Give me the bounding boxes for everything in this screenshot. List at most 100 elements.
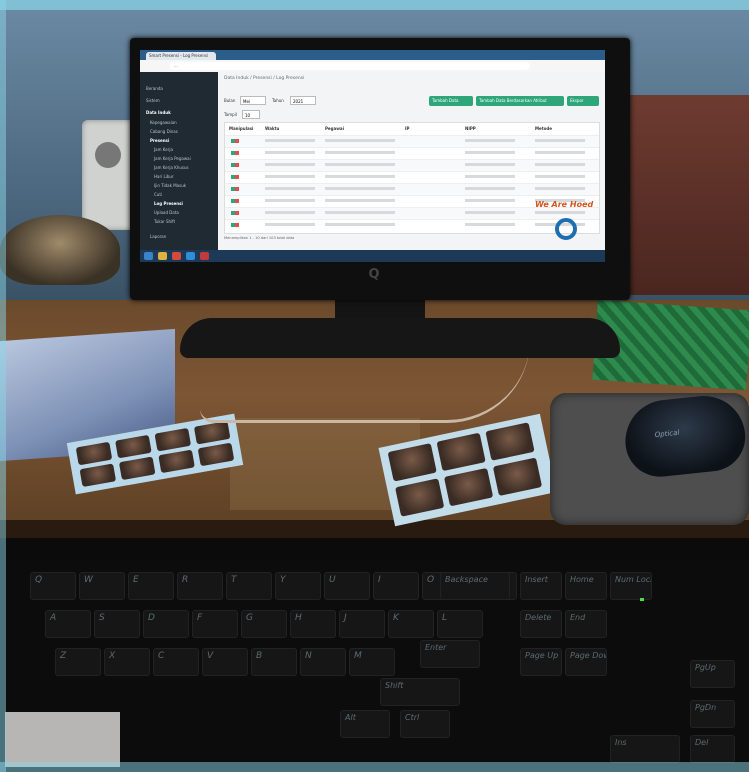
show-entries-select[interactable]: 10: [242, 110, 260, 119]
sidebar-item-kepegawaian[interactable]: Kepegawaian: [150, 120, 177, 125]
url-input[interactable]: ...: [170, 62, 530, 70]
sidebar-item-upload-data[interactable]: Upload Data: [154, 210, 179, 215]
chrome-icon[interactable]: [172, 252, 181, 260]
sidebar-item-log-presensi[interactable]: Log Presensi: [154, 201, 183, 206]
key-j[interactable]: J: [339, 610, 385, 638]
key-m[interactable]: M: [349, 648, 395, 676]
key-end[interactable]: End: [565, 610, 607, 638]
file-explorer-icon[interactable]: [158, 252, 167, 260]
row-actions-icon[interactable]: [231, 223, 239, 227]
row-actions-icon[interactable]: [231, 187, 239, 191]
table-row[interactable]: [225, 135, 599, 147]
key-pgup[interactable]: PgUp: [690, 660, 735, 688]
key-u[interactable]: U: [324, 572, 370, 600]
show-label: Tampil: [224, 112, 237, 117]
key-l[interactable]: L: [437, 610, 483, 638]
table-cell: [465, 199, 515, 202]
table-cell: [325, 199, 395, 202]
key-v[interactable]: V: [202, 648, 248, 676]
table-header[interactable]: IP: [405, 126, 409, 131]
table-header[interactable]: Pegawai: [325, 126, 344, 131]
key-x[interactable]: X: [104, 648, 150, 676]
key-f[interactable]: F: [192, 610, 238, 638]
key-delete[interactable]: Delete: [520, 610, 562, 638]
key-insert[interactable]: Insert: [520, 572, 562, 600]
key-alt[interactable]: Alt: [340, 710, 390, 738]
key-i[interactable]: I: [373, 572, 419, 600]
table-header[interactable]: Waktu: [265, 126, 279, 131]
start-button-icon[interactable]: [144, 252, 153, 260]
sidebar-item-jam-kerja[interactable]: Jam Kerja: [154, 147, 173, 152]
key-a[interactable]: A: [45, 610, 91, 638]
sidebar-item-presensi[interactable]: Presensi: [150, 138, 169, 143]
key-page-up[interactable]: Page Up: [520, 648, 562, 676]
key-y[interactable]: Y: [275, 572, 321, 600]
key-num-lock[interactable]: Num Lock: [610, 572, 652, 600]
key-w[interactable]: W: [79, 572, 125, 600]
photo-portrait: [158, 449, 195, 474]
row-actions-icon[interactable]: [231, 139, 239, 143]
sidebar-item-jam-kerja-khusus[interactable]: Jam Kerja Khusus: [154, 165, 189, 170]
table-cell: [325, 175, 395, 178]
key-ins[interactable]: Ins: [610, 735, 680, 763]
export-button[interactable]: Ekspor: [567, 96, 599, 106]
row-actions-icon[interactable]: [231, 199, 239, 203]
key-enter[interactable]: Enter: [420, 640, 480, 668]
key-pgdn[interactable]: PgDn: [690, 700, 735, 728]
key-shift[interactable]: Shift: [380, 678, 460, 706]
key-d[interactable]: D: [143, 610, 189, 638]
sidebar-item-laporan[interactable]: Laporan: [150, 234, 166, 239]
key-r[interactable]: R: [177, 572, 223, 600]
key-s[interactable]: S: [94, 610, 140, 638]
key-k[interactable]: K: [388, 610, 434, 638]
key-del[interactable]: Del: [690, 735, 735, 763]
sidebar-item-ijin-tidak-masuk[interactable]: Ijin Tidak Masuk: [154, 183, 186, 188]
sidebar-item-data-induk[interactable]: Data Induk: [146, 110, 171, 115]
key-h[interactable]: H: [290, 610, 336, 638]
sidebar-item-hari-libur[interactable]: Hari Libur: [154, 174, 174, 179]
sidebar-item-beranda[interactable]: Beranda: [146, 86, 163, 91]
photo-scene: Optical Q Smart Presensi - Log Presensi …: [0, 0, 749, 772]
keyboard-led: [640, 598, 644, 601]
add-by-attribute-button[interactable]: Tambah Data Berdasarkan Atribut: [476, 96, 564, 106]
app-sidebar: Beranda Sistem Data Induk Kepegawaian Ca…: [140, 72, 218, 250]
key-n[interactable]: N: [300, 648, 346, 676]
key-ctrl[interactable]: Ctrl: [400, 710, 450, 738]
row-actions-icon[interactable]: [231, 163, 239, 167]
table-header[interactable]: Metode: [535, 126, 552, 131]
monitor-screen[interactable]: Smart Presensi - Log Presensi ... Berand…: [140, 50, 605, 262]
key-g[interactable]: G: [241, 610, 287, 638]
tahun-select[interactable]: 2021: [290, 96, 316, 105]
table-cell: [465, 151, 515, 154]
row-actions-icon[interactable]: [231, 151, 239, 155]
table-row[interactable]: [225, 171, 599, 183]
sidebar-item-cabang-dinas[interactable]: Cabang Dinas: [150, 129, 178, 134]
key-e[interactable]: E: [128, 572, 174, 600]
row-actions-icon[interactable]: [231, 175, 239, 179]
app-icon[interactable]: [186, 252, 195, 260]
bulan-label: Bulan: [224, 98, 236, 103]
table-cell: [465, 223, 515, 226]
key-b[interactable]: B: [251, 648, 297, 676]
table-row[interactable]: [225, 159, 599, 171]
media-icon[interactable]: [200, 252, 209, 260]
key-backspace[interactable]: Backspace: [440, 572, 510, 600]
table-row[interactable]: [225, 183, 599, 195]
table-header[interactable]: NIPP: [465, 126, 476, 131]
key-c[interactable]: C: [153, 648, 199, 676]
key-q[interactable]: Q: [30, 572, 76, 600]
sidebar-item-cuti[interactable]: Cuti: [154, 192, 162, 197]
key-page-down[interactable]: Page Down: [565, 648, 607, 676]
row-actions-icon[interactable]: [231, 211, 239, 215]
bulan-select[interactable]: Mei: [240, 96, 266, 105]
sidebar-item-jam-kerja-pegawai[interactable]: Jam Kerja Pegawai: [154, 156, 191, 161]
browser-tab[interactable]: Smart Presensi - Log Presensi: [146, 52, 216, 60]
table-header[interactable]: Manipulasi: [229, 126, 253, 131]
add-data-button[interactable]: Tambah Data: [429, 96, 473, 106]
key-t[interactable]: T: [226, 572, 272, 600]
key-z[interactable]: Z: [55, 648, 101, 676]
sidebar-item-tukar-shift[interactable]: Tukar Shift: [154, 219, 175, 224]
sidebar-item-sistem[interactable]: Sistem: [146, 98, 160, 103]
table-row[interactable]: [225, 147, 599, 159]
key-home[interactable]: Home: [565, 572, 607, 600]
